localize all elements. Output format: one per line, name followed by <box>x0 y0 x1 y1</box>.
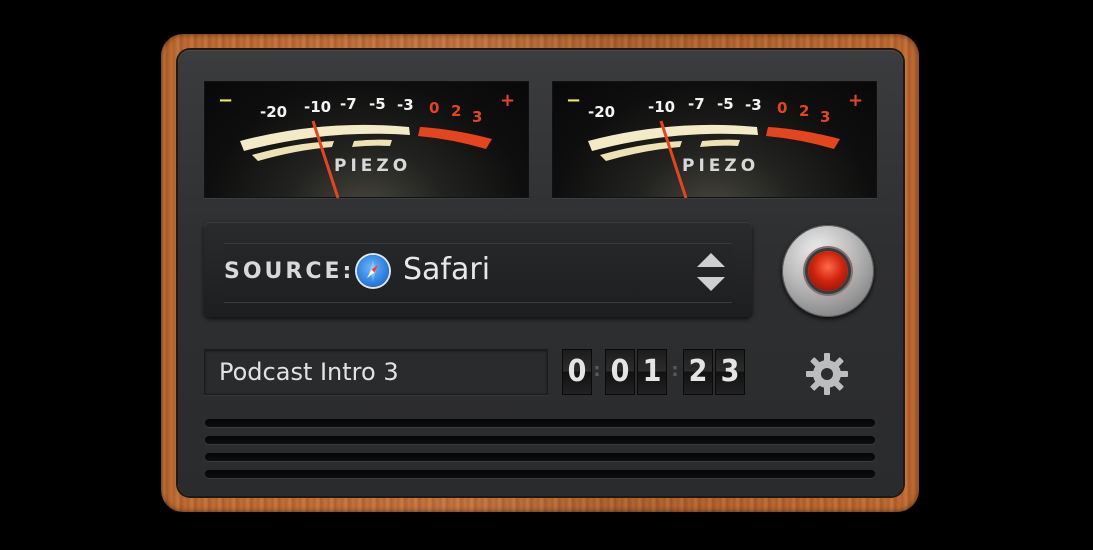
scale-tick-label: 2 <box>799 102 809 120</box>
scale-tick-label: -10 <box>648 98 675 116</box>
scale-arc-cream-inner <box>700 139 740 147</box>
chevron-down-icon[interactable] <box>697 277 725 291</box>
time-digit: 0 <box>562 349 592 395</box>
scale-tick-label: -5 <box>717 95 734 113</box>
scale-tick-label: 3 <box>820 108 830 126</box>
time-counter: 0 : 0 1 : 2 3 <box>560 349 750 395</box>
scale-tick-label: -5 <box>369 95 386 113</box>
meter-minus-label: − <box>218 90 233 111</box>
chevron-up-icon[interactable] <box>697 253 725 267</box>
meter-plus-label: + <box>848 90 863 111</box>
scale-arc-red <box>766 127 840 149</box>
scale-tick-label: -20 <box>260 103 287 121</box>
vu-meter-right: − + -20 -10 -7 -5 -3 0 2 3 PIEZO <box>552 81 877 198</box>
scale-tick-label: 0 <box>777 99 787 117</box>
source-label: SOURCE: <box>224 259 355 284</box>
scale-tick-label: 3 <box>472 108 482 126</box>
grille-slot <box>205 436 875 444</box>
grille-slot <box>205 419 875 427</box>
scale-tick-label: -20 <box>588 103 615 121</box>
grille-slot <box>205 470 875 478</box>
meter-plus-label: + <box>500 90 515 111</box>
grille-slot <box>205 453 875 461</box>
meter-minus-label: − <box>566 90 581 111</box>
record-led-icon[interactable] <box>808 251 848 291</box>
time-digit: 3 <box>715 349 745 395</box>
scale-tick-label: -3 <box>397 96 414 114</box>
meter-brand-label: PIEZO <box>334 156 411 176</box>
settings-gear-icon[interactable] <box>805 352 849 396</box>
speaker-grille <box>205 419 875 487</box>
recording-name-field[interactable]: Podcast Intro 3 <box>204 349 548 395</box>
scale-arc-cream-inner <box>352 139 392 147</box>
time-digit: 0 <box>605 349 635 395</box>
scale-tick-label: -7 <box>340 95 357 113</box>
meter-brand-label: PIEZO <box>682 156 759 176</box>
scale-tick-label: -7 <box>688 95 705 113</box>
scale-tick-label: 0 <box>429 99 439 117</box>
time-separator: : <box>593 360 601 381</box>
scale-tick-label: -10 <box>304 98 331 116</box>
time-separator: : <box>671 360 679 381</box>
scale-arc-red <box>418 127 492 149</box>
time-digit: 1 <box>637 349 667 395</box>
scale-tick-label: -3 <box>745 96 762 114</box>
vu-meter-left: − + -20 -10 -7 -5 -3 0 2 3 PIEZO <box>204 81 529 198</box>
scale-tick-label: 2 <box>451 102 461 120</box>
source-value: Safari <box>403 252 491 287</box>
source-stepper[interactable] <box>694 251 728 293</box>
safari-icon <box>357 255 389 287</box>
time-digit: 2 <box>683 349 713 395</box>
